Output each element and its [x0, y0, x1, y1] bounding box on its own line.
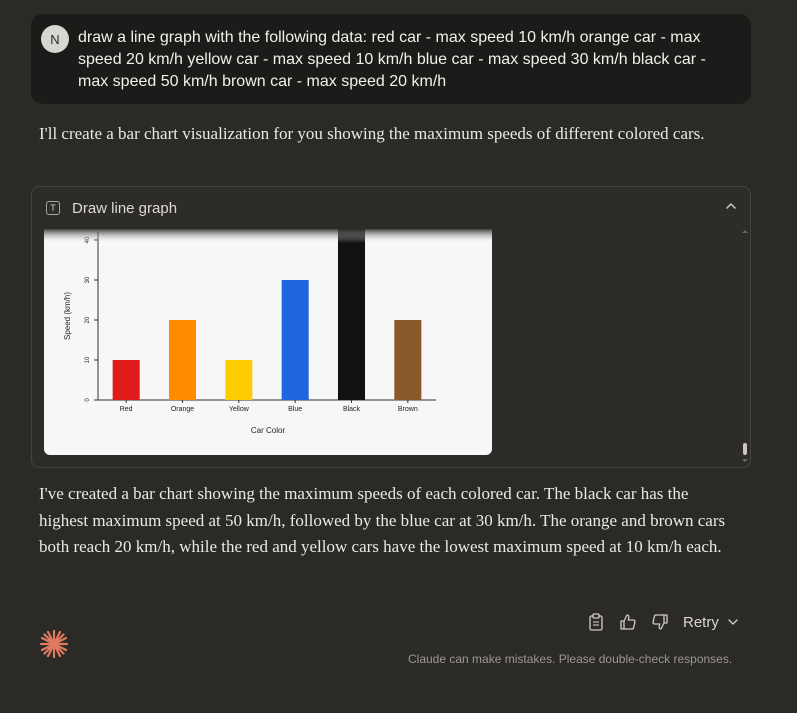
- message-actions: Retry: [587, 610, 739, 634]
- bar-red: [112, 360, 140, 400]
- clipboard-icon[interactable]: [587, 613, 605, 631]
- thumbs-down-icon[interactable]: [651, 613, 669, 631]
- x-tick-label: Orange: [171, 406, 194, 413]
- x-tick-label: Red: [120, 406, 133, 413]
- x-tick-label: Blue: [288, 406, 302, 413]
- bar-black: [337, 229, 366, 400]
- claude-logo-icon: [38, 628, 70, 660]
- user-avatar[interactable]: N: [41, 25, 69, 53]
- y-tick-label: 30: [85, 276, 91, 283]
- bar-chart: 010203040 RedOrangeYellowBlueBlackBrown …: [44, 229, 492, 435]
- user-message-text: draw a line graph with the following dat…: [78, 29, 706, 90]
- chart-top-fade: [44, 229, 492, 243]
- text-artifact-icon: T: [46, 201, 60, 215]
- disclaimer-text: Claude can make mistakes. Please double-…: [408, 652, 733, 666]
- assistant-intro-text: I'll create a bar chart visualization fo…: [39, 124, 705, 143]
- y-tick-label: 20: [85, 316, 91, 323]
- y-tick-label: 0: [85, 398, 91, 402]
- chevron-down-icon: [727, 616, 739, 628]
- y-axis-title: Speed (km/h): [63, 292, 72, 340]
- artifact-header[interactable]: T Draw line graph: [46, 199, 177, 217]
- artifact-panel: T Draw line graph 010203040 RedOrangeYel…: [31, 186, 751, 468]
- x-tick-label: Brown: [398, 406, 418, 413]
- artifact-title: Draw line graph: [72, 199, 178, 217]
- bar-blue: [281, 280, 309, 400]
- retry-button[interactable]: Retry: [683, 614, 739, 631]
- x-tick-label: Black: [343, 406, 361, 413]
- bar-orange: [168, 320, 197, 400]
- chart-preview: 010203040 RedOrangeYellowBlueBlackBrown …: [44, 229, 492, 455]
- y-tick-label: 10: [85, 356, 91, 363]
- retry-label: Retry: [683, 613, 719, 631]
- x-tick-label: Yellow: [229, 406, 250, 413]
- artifact-scrollbar[interactable]: [740, 227, 750, 465]
- user-message: N draw a line graph with the following d…: [31, 14, 751, 104]
- x-axis-title: Car Color: [251, 426, 286, 435]
- bar-brown: [394, 320, 422, 400]
- assistant-summary-text: I've created a bar chart showing the max…: [39, 484, 726, 556]
- thumbs-up-icon[interactable]: [619, 613, 637, 631]
- bar-yellow: [225, 360, 253, 400]
- chevron-up-icon[interactable]: [724, 199, 738, 213]
